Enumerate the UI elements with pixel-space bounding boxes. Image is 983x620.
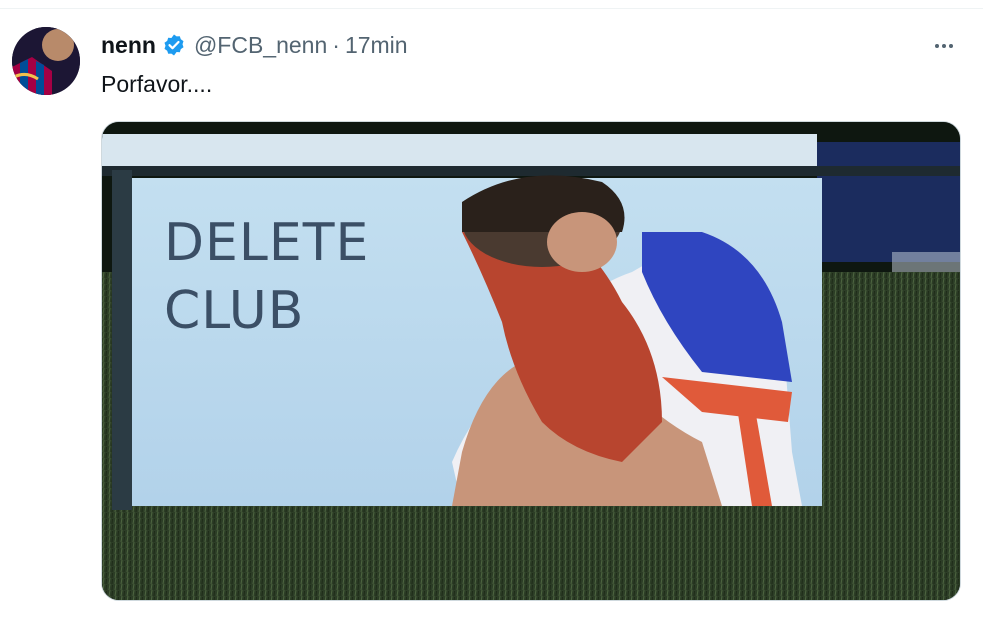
media-photo: DELETE CLUB	[102, 122, 960, 600]
avatar-image	[12, 27, 80, 95]
tweet-timestamp[interactable]: 17min	[345, 32, 408, 59]
top-divider	[0, 8, 983, 9]
author-name[interactable]: nenn	[101, 32, 156, 59]
verified-badge-icon	[164, 34, 184, 56]
banner-text-line1: DELETE	[164, 213, 369, 273]
author-avatar[interactable]	[12, 27, 80, 95]
banner-text-line2: CLUB	[164, 281, 304, 341]
more-dot	[942, 44, 946, 48]
tweet-text: Porfavor....	[101, 71, 213, 97]
more-dot	[949, 44, 953, 48]
tweet-media-image[interactable]: DELETE CLUB	[101, 121, 961, 601]
more-dot	[935, 44, 939, 48]
more-options-icon[interactable]	[928, 33, 960, 59]
tweet-header: nenn @FCB_nenn · 17min	[101, 30, 408, 60]
header-separator: ·	[332, 31, 340, 58]
author-handle[interactable]: @FCB_nenn	[194, 32, 327, 59]
